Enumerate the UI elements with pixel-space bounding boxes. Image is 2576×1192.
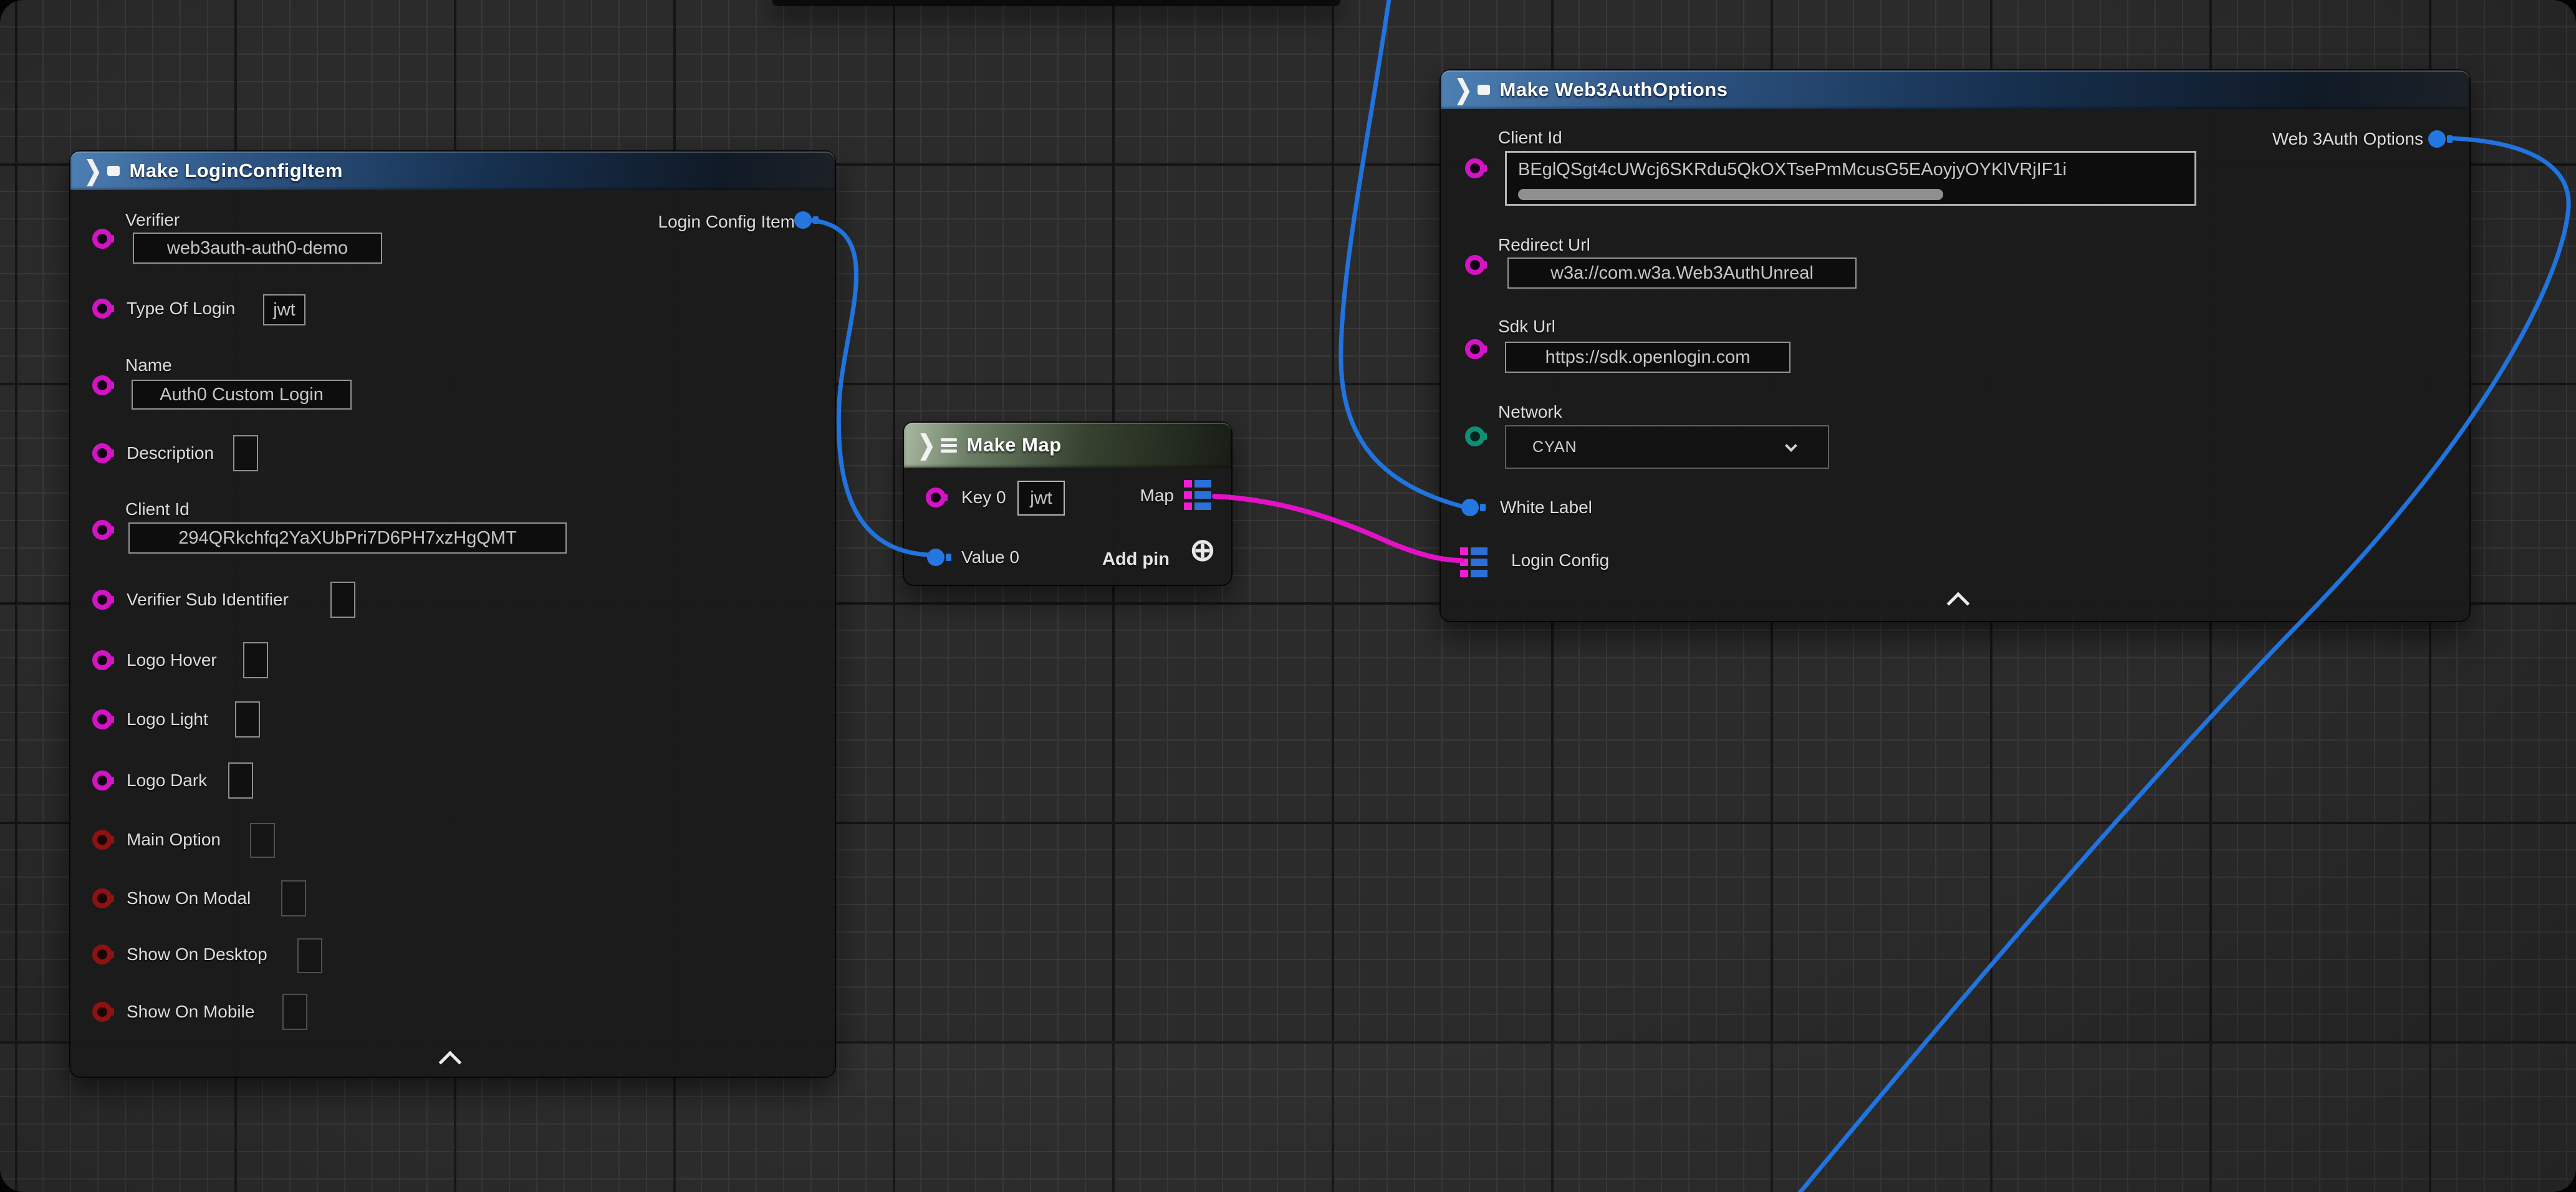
input-pin-client-id[interactable] <box>1465 158 1485 178</box>
blueprint-graph-canvas[interactable]: ❯ Make LoginConfigItem Login Config Item… <box>0 0 2576 1192</box>
pin-label-key0: Key 0 <box>961 487 1006 508</box>
logo-dark-value-field[interactable] <box>228 762 253 799</box>
logo-hover-value-field[interactable] <box>243 642 268 678</box>
output-pin-label: Web 3Auth Options <box>2272 128 2423 150</box>
pin-label-white-label: White Label <box>1500 497 1592 518</box>
pin-label-logo-light: Logo Light <box>127 709 208 730</box>
output-pin-label-map: Map <box>1140 485 1174 506</box>
node-make-loginconfigitem[interactable]: ❯ Make LoginConfigItem Login Config Item… <box>70 151 835 1077</box>
input-pin-description[interactable] <box>92 443 112 463</box>
wire-map-to-loginconfig[interactable] <box>1214 496 1461 560</box>
input-pin-redirect-url[interactable] <box>1465 255 1485 275</box>
pin-label-sdk-url: Sdk Url <box>1498 316 1555 337</box>
redirect-url-value-field[interactable]: w3a://com.w3a.Web3AuthUnreal <box>1507 257 1857 289</box>
make-struct-icon: ❯ <box>1454 74 1473 105</box>
input-pin-login-config[interactable] <box>1460 547 1487 577</box>
pin-label-verifier: Verifier <box>125 209 180 231</box>
pin-label-redirect-url: Redirect Url <box>1498 234 1590 256</box>
input-pin-network[interactable] <box>1465 426 1485 446</box>
pin-label-client-id: Client Id <box>125 499 190 520</box>
pin-label-show-on-mobile: Show On Mobile <box>127 1001 254 1022</box>
network-selected-value: CYAN <box>1532 438 1577 456</box>
pin-label-type-of-login: Type Of Login <box>127 298 235 319</box>
make-struct-icon: ❯ <box>84 155 102 186</box>
offscreen-node-edge <box>772 0 1340 6</box>
pin-label-description: Description <box>127 443 214 464</box>
input-pin-main-option[interactable] <box>92 830 112 850</box>
chevron-down-icon <box>1785 440 1797 452</box>
input-pin-type-of-login[interactable] <box>92 299 112 319</box>
logo-light-value-field[interactable] <box>235 701 260 738</box>
input-pin-client-id[interactable] <box>92 520 112 540</box>
node-make-web3authoptions[interactable]: ❯ Make Web3AuthOptions Web 3Auth Options… <box>1441 70 2469 621</box>
pin-label-client-id: Client Id <box>1498 127 1562 148</box>
add-pin-label[interactable]: Add pin <box>1102 549 1170 570</box>
make-struct-icon <box>1478 85 1490 95</box>
node-header[interactable]: ❯ Make Web3AuthOptions <box>1441 70 2469 109</box>
node-header[interactable]: ❯ Make Map <box>904 423 1231 468</box>
input-pin-show-on-modal[interactable] <box>92 888 112 908</box>
node-title: Make LoginConfigItem <box>130 160 343 182</box>
verifier-value-field[interactable]: web3auth-auth0-demo <box>133 233 382 264</box>
type-of-login-value-field[interactable]: jwt <box>263 294 305 325</box>
client-id-value-field[interactable]: BEglQSgt4cUWcj6SKRdu5QkOXTsePmMcusG5EAoy… <box>1505 151 2196 206</box>
show-on-desktop-checkbox[interactable] <box>297 938 322 973</box>
pin-label-logo-dark: Logo Dark <box>127 770 207 791</box>
input-pin-value0[interactable] <box>927 549 944 566</box>
node-make-map[interactable]: ❯ Make Map Key 0 jwt Map Value 0 Add pin… <box>904 423 1231 585</box>
verifier-sub-identifier-value-field[interactable] <box>330 582 355 618</box>
make-map-icon: ❯ <box>918 430 936 461</box>
pin-label-verifier-sub-identifier: Verifier Sub Identifier <box>127 589 289 610</box>
client-id-value-field[interactable]: 294QRkchfq2YaXUbPri7D6PH7xzHgQMT <box>128 522 567 554</box>
horizontal-scrollbar[interactable] <box>1518 189 1943 200</box>
input-pin-show-on-mobile[interactable] <box>92 1002 112 1022</box>
collapse-caret-icon[interactable] <box>439 1051 462 1074</box>
node-header[interactable]: ❯ Make LoginConfigItem <box>70 151 835 190</box>
show-on-modal-checkbox[interactable] <box>281 880 306 916</box>
make-map-icon <box>941 438 957 453</box>
pin-label-name: Name <box>125 355 172 376</box>
input-pin-verifier[interactable] <box>92 229 112 249</box>
description-value-field[interactable] <box>233 435 258 471</box>
pin-label-logo-hover: Logo Hover <box>127 650 217 671</box>
collapse-caret-icon[interactable] <box>1947 592 1970 615</box>
pin-label-network: Network <box>1498 401 1562 423</box>
input-pin-logo-dark[interactable] <box>92 771 112 791</box>
input-pin-logo-hover[interactable] <box>92 650 112 670</box>
name-value-field[interactable]: Auth0 Custom Login <box>132 380 352 410</box>
client-id-value-text: BEglQSgt4cUWcj6SKRdu5QkOXTsePmMcusG5EAoy… <box>1518 160 2067 180</box>
show-on-mobile-checkbox[interactable] <box>282 994 307 1030</box>
pin-label-main-option: Main Option <box>127 829 221 850</box>
sdk-url-value-field[interactable]: https://sdk.openlogin.com <box>1505 342 1790 373</box>
output-pin-label: Login Config Item <box>658 211 795 233</box>
add-pin-icon[interactable]: ⊕ <box>1189 535 1216 565</box>
output-pin-login-config-item[interactable] <box>794 211 812 229</box>
pin-label-value0: Value 0 <box>961 547 1019 568</box>
node-title: Make Web3AuthOptions <box>1500 79 1728 101</box>
output-pin-web3auth-options[interactable] <box>2428 130 2446 148</box>
pin-label-show-on-modal: Show On Modal <box>127 888 251 909</box>
pin-label-login-config: Login Config <box>1511 550 1609 571</box>
node-title: Make Map <box>967 434 1062 456</box>
input-pin-white-label[interactable] <box>1461 499 1479 516</box>
main-option-checkbox[interactable] <box>250 823 275 858</box>
input-pin-show-on-desktop[interactable] <box>92 944 112 964</box>
pin-label-show-on-desktop: Show On Desktop <box>127 944 267 965</box>
input-pin-logo-light[interactable] <box>92 709 112 729</box>
network-dropdown[interactable]: CYAN <box>1505 425 1829 469</box>
make-struct-icon <box>107 166 120 176</box>
key0-value-field[interactable]: jwt <box>1017 481 1065 516</box>
input-pin-name[interactable] <box>92 375 112 395</box>
output-pin-map[interactable] <box>1184 480 1211 510</box>
input-pin-sdk-url[interactable] <box>1465 339 1485 359</box>
input-pin-verifier-sub-identifier[interactable] <box>92 590 112 610</box>
input-pin-key0[interactable] <box>926 488 946 507</box>
